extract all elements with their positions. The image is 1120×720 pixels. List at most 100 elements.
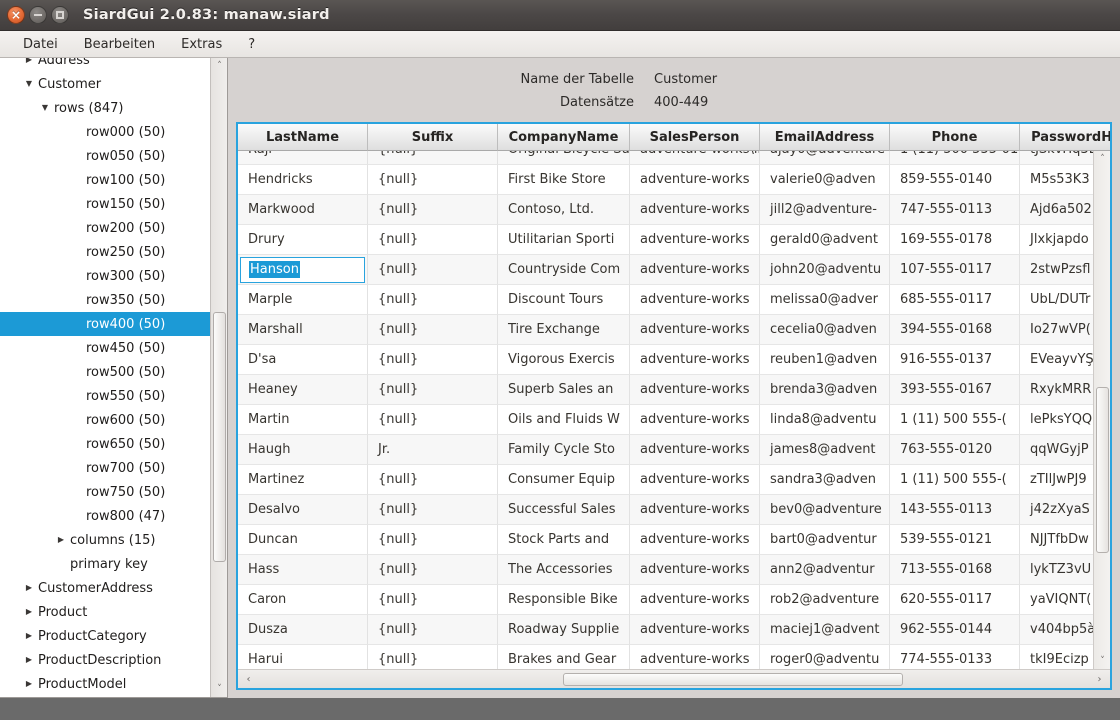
cell-lastname[interactable]: Martin [238,405,368,435]
cell-lastname[interactable]: Drury [238,225,368,255]
cell-salesperson[interactable]: adventure-works [630,315,760,345]
cell-suffix[interactable]: {null} [368,405,498,435]
table-row[interactable]: Harui {null} Brakes and Gear adventure-work… [238,645,1093,669]
cell-phone[interactable]: 107-555-0117 [890,255,1020,285]
cell-companyname[interactable]: Responsible Bike [498,585,630,615]
cell-companyname[interactable]: Consumer Equip [498,465,630,495]
cell-companyname[interactable]: Successful Sales [498,495,630,525]
table-row[interactable]: Marple {null} Discount Tours adventure-work… [238,285,1093,315]
table-row[interactable]: D'sa {null} Vigorous Exercis adventure-work… [238,345,1093,375]
cell-companyname[interactable]: Utilitarian Sporti [498,225,630,255]
table-row[interactable]: Hanson {null} Countryside Com adventure-wor… [238,255,1093,285]
tree-node-row600-50[interactable]: row600 (50) [0,408,210,432]
cell-companyname[interactable]: Vigorous Exercis [498,345,630,375]
cell-emailaddress[interactable]: bev0@adventure [760,495,890,525]
cell-emailaddress[interactable]: bart0@adventur [760,525,890,555]
cell-suffix[interactable]: {null} [368,165,498,195]
cell-lastname[interactable]: Hendricks [238,165,368,195]
sidebar-scroll-up-icon[interactable]: ˄ [211,58,227,74]
cell-companyname[interactable]: Superb Sales an [498,375,630,405]
table-row[interactable]: Hass {null} The Accessories adventure-works… [238,555,1093,585]
cell-companyname[interactable]: Family Cycle Sto [498,435,630,465]
cell-lastname[interactable]: Marple [238,285,368,315]
cell-passwordhash[interactable]: RxykMRR [1020,375,1093,405]
cell-suffix[interactable]: {null} [368,525,498,555]
chevron-right-icon[interactable]: ▶ [22,656,36,664]
cell-salesperson[interactable]: adventure-works [630,525,760,555]
cell-passwordhash[interactable]: UbL/DUTr [1020,285,1093,315]
cell-emailaddress[interactable]: james8@advent [760,435,890,465]
cell-suffix[interactable]: {null} [368,555,498,585]
cell-emailaddress[interactable]: ann2@adventur [760,555,890,585]
tree-node-row550-50[interactable]: row550 (50) [0,384,210,408]
tree-node-row250-50[interactable]: row250 (50) [0,240,210,264]
cell-emailaddress[interactable]: valerie0@adven [760,165,890,195]
table-scroll-right-icon[interactable]: › [1091,670,1108,688]
cell-suffix[interactable]: Jr. [368,435,498,465]
cell-suffix[interactable]: {null} [368,285,498,315]
cell-emailaddress[interactable]: jill2@adventure- [760,195,890,225]
tree-node-row350-50[interactable]: row350 (50) [0,288,210,312]
cell-lastname[interactable]: Desalvo [238,495,368,525]
cell-salesperson[interactable]: adventure-works [630,285,760,315]
cell-phone[interactable]: 143-555-0113 [890,495,1020,525]
cell-salesperson[interactable]: adventure-works [630,405,760,435]
cell-suffix[interactable]: {null} [368,375,498,405]
column-header-companyname[interactable]: CompanyName [498,124,630,151]
column-header-phone[interactable]: Phone [890,124,1020,151]
cell-suffix[interactable]: {null} [368,585,498,615]
sidebar-vertical-scrollbar[interactable]: ˄ ˅ [210,58,227,697]
cell-lastname[interactable]: D'sa [238,345,368,375]
cell-companyname[interactable]: Oils and Fluids W [498,405,630,435]
tree-node-row800-47[interactable]: row800 (47) [0,504,210,528]
cell-suffix[interactable]: {null} [368,465,498,495]
cell-salesperson[interactable]: adventure-works [630,555,760,585]
menu-help[interactable]: ? [235,33,268,56]
cell-salesperson[interactable]: adventure-works\linda3 [630,151,760,165]
cell-companyname[interactable]: Original Bicycle Supply Company [498,151,630,165]
chevron-down-icon[interactable]: ▼ [22,80,36,88]
cell-lastname[interactable]: Marshall [238,315,368,345]
cell-salesperson[interactable]: adventure-works [630,195,760,225]
column-header-lastname[interactable]: LastName [238,124,368,151]
cell-suffix[interactable]: {null} [368,495,498,525]
table-vertical-scrollbar[interactable]: ˄ ˅ [1093,151,1110,669]
cell-emailaddress[interactable]: brenda3@adven [760,375,890,405]
cell-emailaddress[interactable]: maciej1@advent [760,615,890,645]
cell-salesperson[interactable]: adventure-works [630,345,760,375]
cell-passwordhash[interactable]: 2stwPzsfl [1020,255,1093,285]
table-row[interactable]: Marshall {null} Tire Exchange adventure-wor… [238,315,1093,345]
cell-companyname[interactable]: Brakes and Gear [498,645,630,669]
cell-phone[interactable]: 962-555-0144 [890,615,1020,645]
menu-extras[interactable]: Extras [168,33,235,56]
tree-node-row200-50[interactable]: row200 (50) [0,216,210,240]
cell-suffix[interactable]: {null} [368,345,498,375]
tree-node-rows-847[interactable]: ▼ rows (847) [0,96,210,120]
cell-lastname[interactable]: Martinez [238,465,368,495]
chevron-right-icon[interactable]: ▶ [22,608,36,616]
cell-lastname[interactable]: Raji [238,151,368,165]
cell-phone[interactable]: 747-555-0113 [890,195,1020,225]
tree-node-row750-50[interactable]: row750 (50) [0,480,210,504]
cell-suffix[interactable]: {null} [368,645,498,669]
cell-phone[interactable]: 394-555-0168 [890,315,1020,345]
cell-phone[interactable]: 539-555-0121 [890,525,1020,555]
cell-phone[interactable]: 916-555-0137 [890,345,1020,375]
table-row[interactable]: Drury {null} Utilitarian Sporti adventure-w… [238,225,1093,255]
cell-passwordhash[interactable]: j42zXyaS [1020,495,1093,525]
chevron-right-icon[interactable]: ▶ [22,680,36,688]
table-row[interactable]: Martinez {null} Consumer Equip adventure-wo… [238,465,1093,495]
cell-passwordhash[interactable]: tkI9Ecizp [1020,645,1093,669]
cell-lastname[interactable]: Heaney [238,375,368,405]
cell-emailaddress[interactable]: gerald0@advent [760,225,890,255]
cell-lastname[interactable]: Duncan [238,525,368,555]
tree-node-customeraddress[interactable]: ▶ CustomerAddress [0,576,210,600]
column-header-passwordhash[interactable]: PasswordHash [1020,124,1110,151]
cell-passwordhash[interactable]: Io27wVP( [1020,315,1093,345]
cell-salesperson[interactable]: adventure-works [630,375,760,405]
tree-node-row450-50[interactable]: row450 (50) [0,336,210,360]
table-row[interactable]: Heaney {null} Superb Sales an adventure-wor… [238,375,1093,405]
cell-passwordhash[interactable]: tJSkvHq3DBE= [1020,151,1093,165]
chevron-right-icon[interactable]: ▶ [22,58,36,64]
tree-node-row650-50[interactable]: row650 (50) [0,432,210,456]
